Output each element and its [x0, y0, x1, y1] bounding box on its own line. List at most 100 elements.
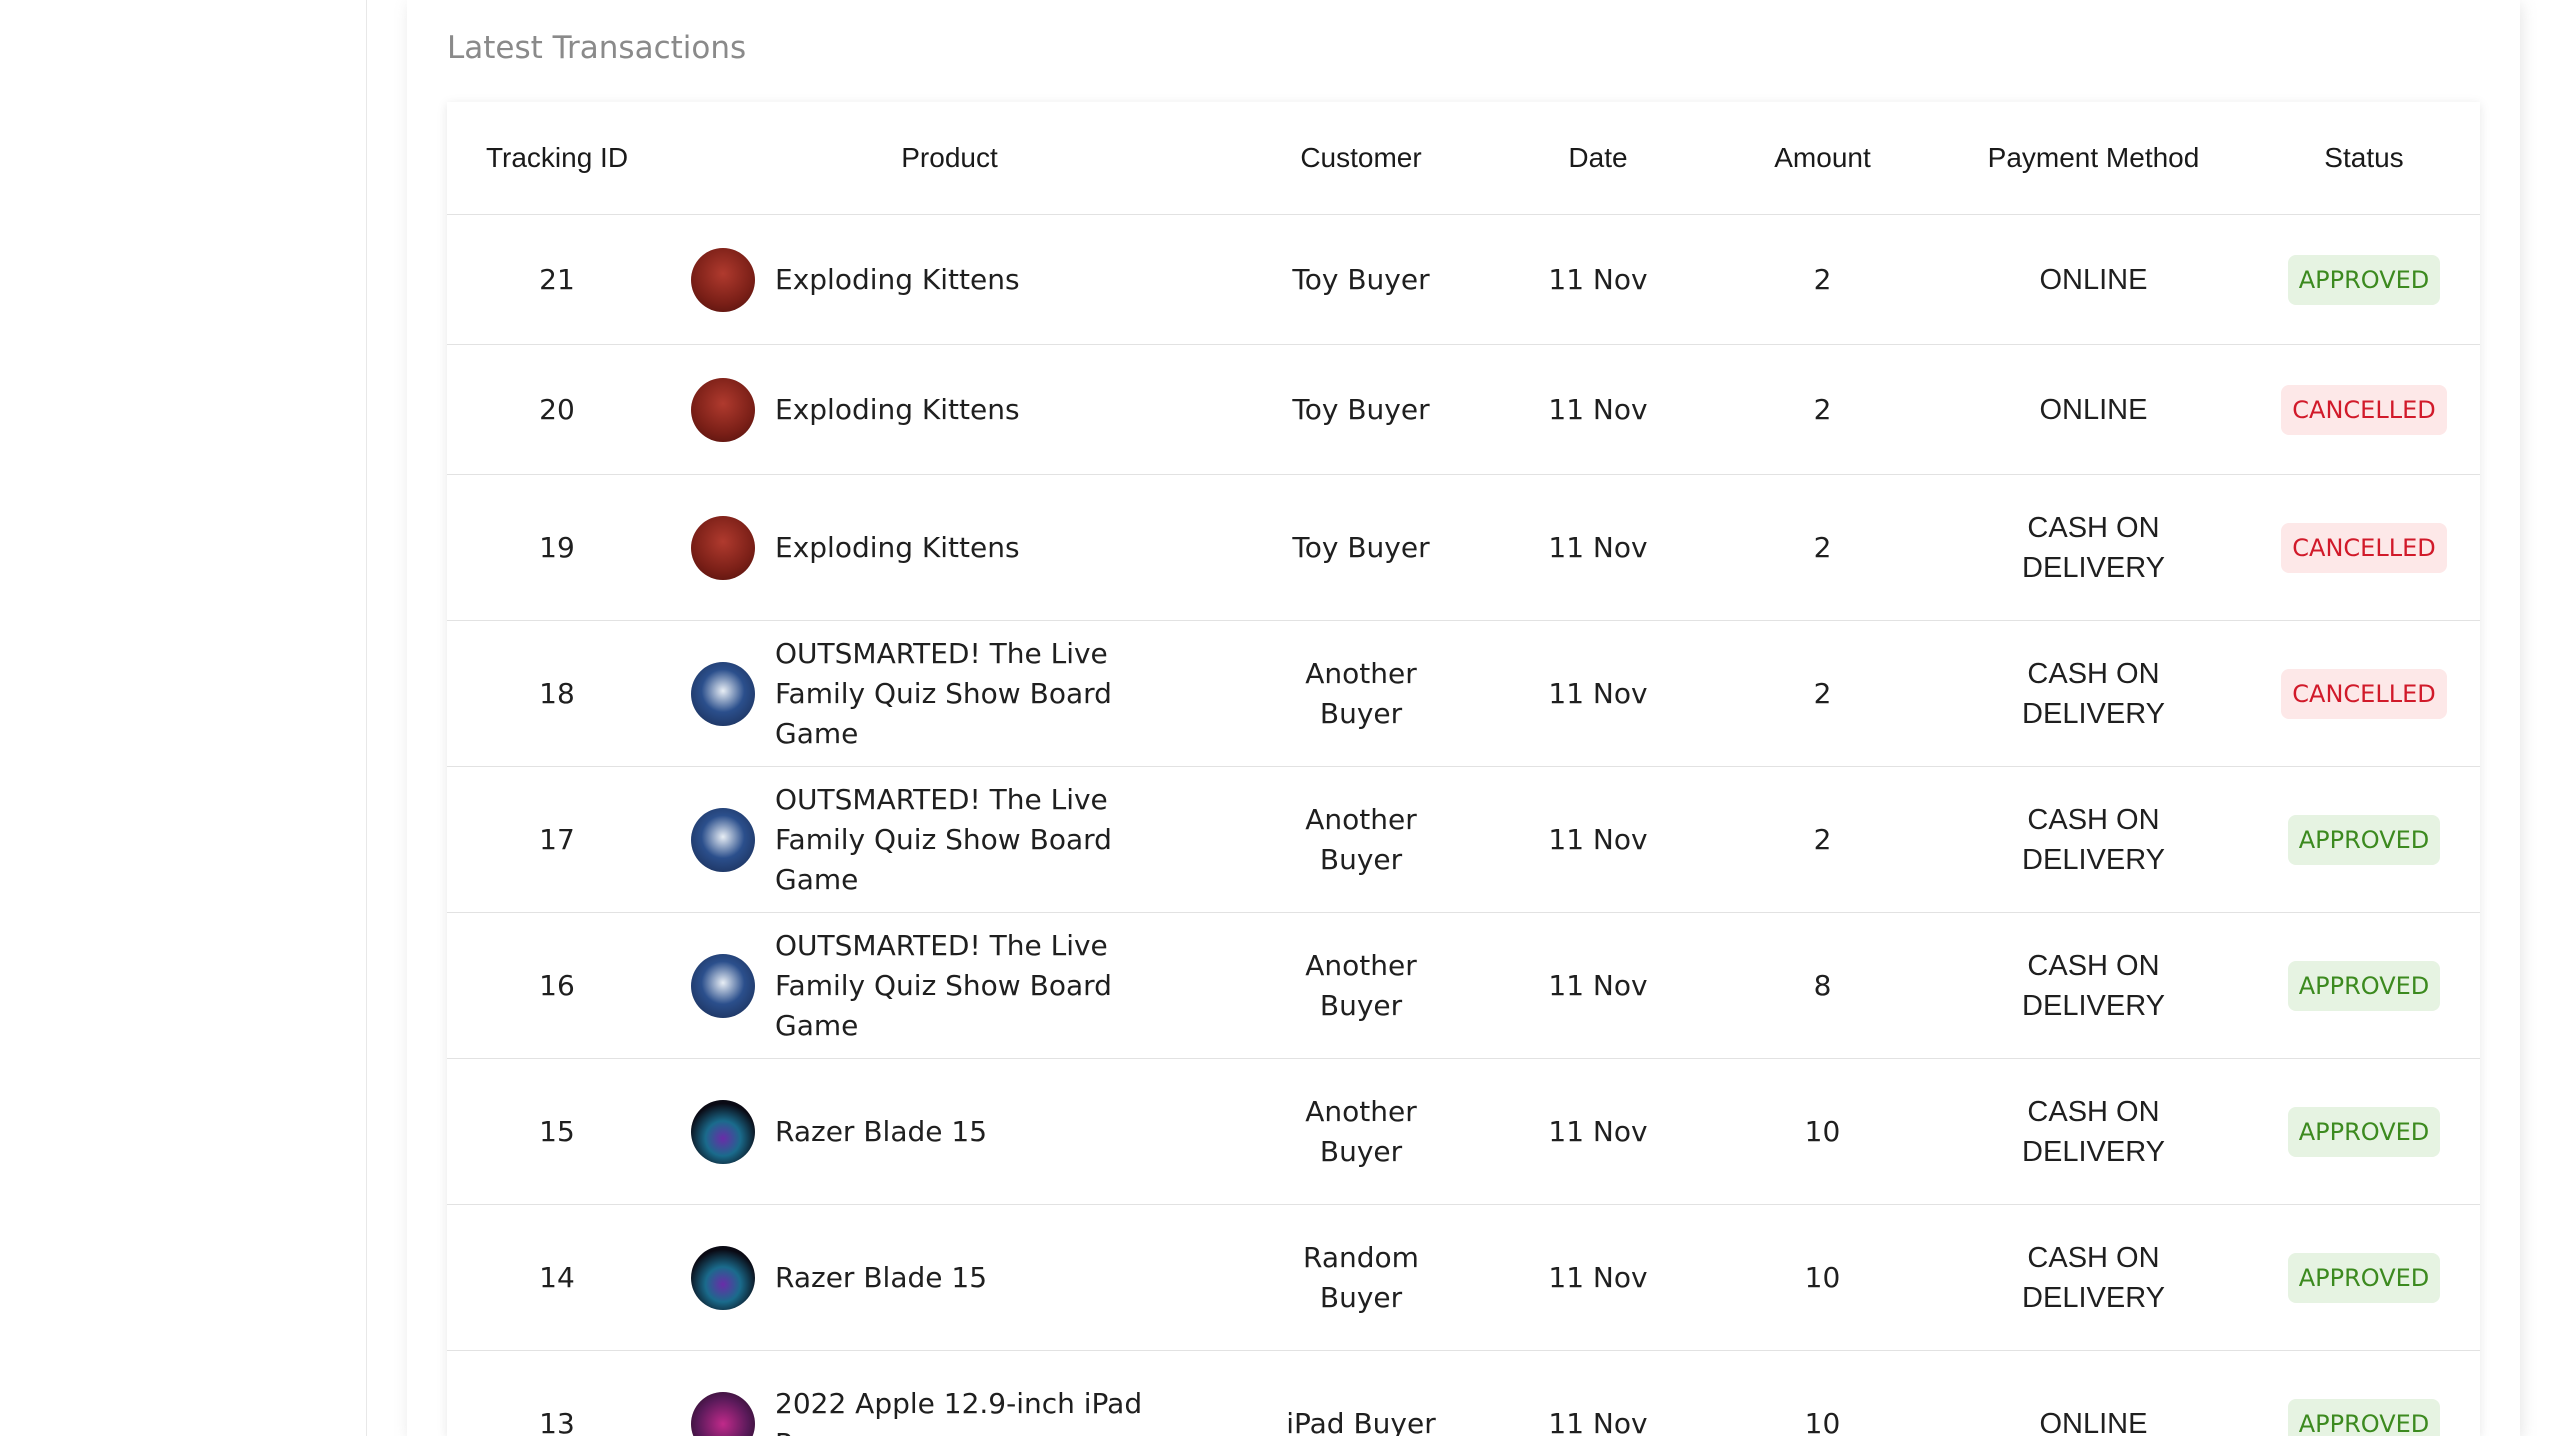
- product-name: Exploding Kittens: [775, 262, 1020, 296]
- table-row[interactable]: 21 Exploding Kittens Toy Buyer 11 Nov 2 ONLIN…: [447, 214, 2480, 345]
- product-thumbnail: [691, 377, 755, 442]
- payment-method-cell: CASH ON DELIVERY: [1939, 474, 2248, 621]
- column-header-date: Date: [1490, 102, 1706, 215]
- product-name: OUTSMARTED! The Live Family Quiz Show Bo…: [775, 928, 1112, 1042]
- product-info: Razer Blade 15: [667, 1099, 1232, 1164]
- status-cell: APPROVED: [2248, 912, 2480, 1059]
- payment-method-cell: CASH ON DELIVERY: [1939, 912, 2248, 1059]
- table-row[interactable]: 18 OUTSMARTED! The Live Family Quiz Show …: [447, 620, 2480, 767]
- product-name: OUTSMARTED! The Live Family Quiz Show Bo…: [775, 782, 1112, 896]
- product-info: OUTSMARTED! The Live Family Quiz Show Bo…: [667, 926, 1232, 1046]
- column-header-amount: Amount: [1706, 102, 1939, 215]
- product-thumbnail: [691, 807, 755, 872]
- customer-cell: Toy Buyer: [1232, 344, 1490, 475]
- product-thumbnail: [691, 1391, 755, 1436]
- amount-cell: 8: [1706, 912, 1939, 1059]
- status-badge: APPROVED: [2287, 814, 2441, 865]
- product-info: 2022 Apple 12.9-inch iPad Pro: [667, 1384, 1232, 1436]
- payment-method-cell: ONLINE: [1939, 214, 2248, 345]
- tracking-id-cell: 20: [447, 344, 667, 475]
- customer-cell: Another Buyer: [1232, 1058, 1490, 1205]
- status-cell: APPROVED: [2248, 1204, 2480, 1351]
- tracking-id-cell: 19: [447, 474, 667, 621]
- product-info: Exploding Kittens: [667, 515, 1232, 580]
- product-info: OUTSMARTED! The Live Family Quiz Show Bo…: [667, 780, 1232, 900]
- product-info: Exploding Kittens: [667, 377, 1232, 442]
- date-cell: 11 Nov: [1490, 344, 1706, 475]
- status-badge: CANCELLED: [2281, 522, 2447, 573]
- product-cell: Exploding Kittens: [667, 344, 1232, 475]
- status-cell: APPROVED: [2248, 214, 2480, 345]
- product-info: Razer Blade 15: [667, 1245, 1232, 1310]
- payment-method-cell: ONLINE: [1939, 344, 2248, 475]
- product-cell: Razer Blade 15: [667, 1058, 1232, 1205]
- product-cell: Razer Blade 15: [667, 1204, 1232, 1351]
- date-cell: 11 Nov: [1490, 474, 1706, 621]
- product-thumbnail: [691, 953, 755, 1018]
- product-thumbnail: [691, 515, 755, 580]
- product-info: OUTSMARTED! The Live Family Quiz Show Bo…: [667, 634, 1232, 754]
- customer-cell: Another Buyer: [1232, 912, 1490, 1059]
- status-cell: CANCELLED: [2248, 344, 2480, 475]
- status-badge: APPROVED: [2287, 1398, 2441, 1436]
- customer-cell: Random Buyer: [1232, 1204, 1490, 1351]
- status-cell: CANCELLED: [2248, 620, 2480, 767]
- amount-cell: 2: [1706, 344, 1939, 475]
- table-row[interactable]: 15 Razer Blade 15 Another Buyer 11 Nov 10 CAS…: [447, 1058, 2480, 1205]
- date-cell: 11 Nov: [1490, 1058, 1706, 1205]
- payment-method-cell: CASH ON DELIVERY: [1939, 1204, 2248, 1351]
- table-row[interactable]: 19 Exploding Kittens Toy Buyer 11 Nov 2 CASH …: [447, 474, 2480, 621]
- tracking-id-cell: 13: [447, 1350, 667, 1436]
- column-header-product: Product: [667, 102, 1232, 215]
- product-cell: Exploding Kittens: [667, 474, 1232, 621]
- payment-method-cell: ONLINE: [1939, 1350, 2248, 1436]
- column-header-status: Status: [2248, 102, 2480, 215]
- amount-cell: 2: [1706, 766, 1939, 913]
- product-cell: Exploding Kittens: [667, 214, 1232, 345]
- customer-cell: iPad Buyer: [1232, 1350, 1490, 1436]
- tracking-id-cell: 16: [447, 912, 667, 1059]
- status-badge: CANCELLED: [2281, 384, 2447, 435]
- table-row[interactable]: 17 OUTSMARTED! The Live Family Quiz Show …: [447, 766, 2480, 913]
- date-cell: 11 Nov: [1490, 620, 1706, 767]
- column-header-tracking-id: Tracking ID: [447, 102, 667, 215]
- tracking-id-cell: 18: [447, 620, 667, 767]
- table-row[interactable]: 20 Exploding Kittens Toy Buyer 11 Nov 2 ONLIN…: [447, 344, 2480, 475]
- product-name: OUTSMARTED! The Live Family Quiz Show Bo…: [775, 636, 1112, 750]
- main-content: Latest Transactions Tracking ID Product: [367, 0, 2560, 1436]
- product-name: Razer Blade 15: [775, 1260, 988, 1294]
- status-badge: CANCELLED: [2281, 668, 2447, 719]
- amount-cell: 10: [1706, 1204, 1939, 1351]
- product-cell: OUTSMARTED! The Live Family Quiz Show Bo…: [667, 766, 1232, 913]
- transactions-table: Tracking ID Product Customer Date Amount…: [447, 102, 2480, 1436]
- table-row[interactable]: 14 Razer Blade 15 Random Buyer 11 Nov 10 CASH…: [447, 1204, 2480, 1351]
- table-header-row: Tracking ID Product Customer Date Amount…: [447, 102, 2480, 215]
- product-thumbnail: [691, 247, 755, 312]
- product-thumbnail: [691, 1245, 755, 1310]
- date-cell: 11 Nov: [1490, 1350, 1706, 1436]
- amount-cell: 10: [1706, 1350, 1939, 1436]
- product-cell: 2022 Apple 12.9-inch iPad Pro: [667, 1350, 1232, 1436]
- status-badge: APPROVED: [2287, 1252, 2441, 1303]
- product-name: Exploding Kittens: [775, 530, 1020, 564]
- amount-cell: 2: [1706, 214, 1939, 345]
- product-info: Exploding Kittens: [667, 247, 1232, 312]
- customer-cell: Another Buyer: [1232, 766, 1490, 913]
- amount-cell: 2: [1706, 620, 1939, 767]
- table-row[interactable]: 16 OUTSMARTED! The Live Family Quiz Show …: [447, 912, 2480, 1059]
- date-cell: 11 Nov: [1490, 214, 1706, 345]
- product-thumbnail: [691, 1099, 755, 1164]
- payment-method-cell: CASH ON DELIVERY: [1939, 620, 2248, 767]
- tracking-id-cell: 15: [447, 1058, 667, 1205]
- status-badge: APPROVED: [2287, 254, 2441, 305]
- customer-cell: Toy Buyer: [1232, 474, 1490, 621]
- transactions-panel: Latest Transactions Tracking ID Product: [407, 0, 2520, 1436]
- product-cell: OUTSMARTED! The Live Family Quiz Show Bo…: [667, 912, 1232, 1059]
- column-header-payment-method: Payment Method: [1939, 102, 2248, 215]
- product-name: 2022 Apple 12.9-inch iPad Pro: [775, 1386, 1143, 1436]
- product-name: Razer Blade 15: [775, 1114, 988, 1148]
- date-cell: 11 Nov: [1490, 912, 1706, 1059]
- sidebar: [0, 0, 367, 1436]
- tracking-id-cell: 21: [447, 214, 667, 345]
- table-row[interactable]: 13 2022 Apple 12.9-inch iPad Pro iPad Buye…: [447, 1350, 2480, 1436]
